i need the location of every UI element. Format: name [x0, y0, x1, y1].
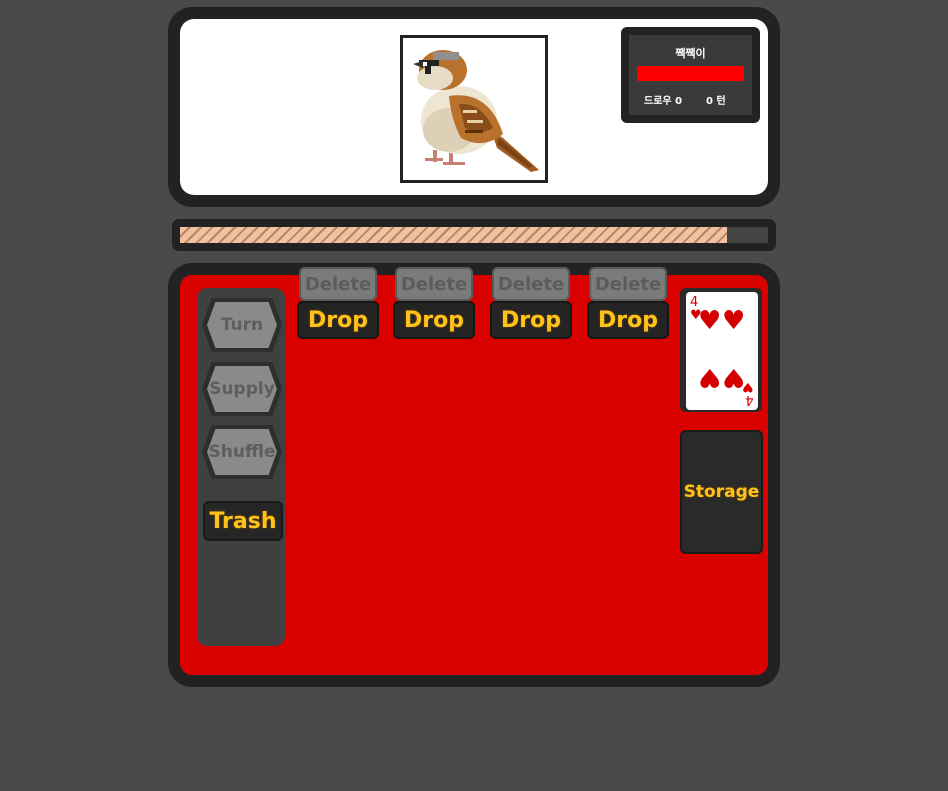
playing-card-4-hearts[interactable]: 4 ♥ ♥ ♥ ♥ ♥ 4 ♥ — [686, 292, 758, 410]
deck-pile[interactable]: 4 ♥ ♥ ♥ ♥ ♥ 4 ♥ — [680, 288, 762, 412]
storage-slot[interactable]: Storage — [680, 430, 763, 554]
delete-button-1[interactable]: Delete — [299, 267, 377, 301]
draw-count: 0 — [675, 96, 683, 107]
delete-button-4[interactable]: Delete — [589, 267, 667, 301]
heart-pip-icon: ♥ — [698, 362, 722, 392]
turn-label: 턴 — [716, 96, 726, 107]
progress-track — [180, 227, 768, 243]
draw-label: 드로우 — [644, 96, 672, 107]
drop-button-4[interactable]: Drop — [587, 301, 669, 339]
supply-button[interactable]: Supply — [202, 362, 282, 416]
drop-button-2[interactable]: Drop — [393, 301, 475, 339]
turn-counter: 0 턴 — [706, 92, 726, 107]
shuffle-button[interactable]: Shuffle — [202, 425, 282, 479]
turn-count: 0 — [706, 96, 713, 107]
card-rank-bottom: 4 ♥ — [742, 379, 754, 407]
drop-button-3[interactable]: Drop — [490, 301, 572, 339]
enemy-portrait — [400, 35, 548, 183]
delete-button-2[interactable]: Delete — [395, 267, 473, 301]
game-board-surface: Turn Supply Shuffle Trash Delete Drop De… — [180, 267, 768, 675]
heart-pip-icon: ♥ — [722, 306, 746, 336]
action-sidebar: Turn Supply Shuffle Trash — [197, 288, 285, 646]
delete-button-3[interactable]: Delete — [492, 267, 570, 301]
turn-button-label: Turn — [207, 302, 277, 348]
drop-button-1[interactable]: Drop — [297, 301, 379, 339]
trash-button[interactable]: Trash — [203, 501, 283, 541]
enemy-name: 짹짹이 — [675, 47, 706, 60]
sparrow-portrait-image — [413, 50, 539, 172]
enemy-status-box: 짹짹이 드로우 0 0 턴 — [621, 27, 760, 123]
turn-button[interactable]: Turn — [202, 298, 282, 352]
timer-progress-bar — [172, 219, 776, 251]
progress-fill — [180, 227, 727, 243]
draw-counter: 드로우 0 — [644, 92, 682, 107]
enemy-hp-bar — [637, 66, 744, 81]
heart-pip-icon: ♥ — [698, 306, 722, 336]
enemy-status-inner: 짹짹이 드로우 0 0 턴 — [629, 35, 752, 115]
game-board: Turn Supply Shuffle Trash Delete Drop De… — [168, 263, 780, 687]
supply-button-label: Supply — [207, 366, 277, 412]
shuffle-button-label: Shuffle — [207, 429, 277, 475]
